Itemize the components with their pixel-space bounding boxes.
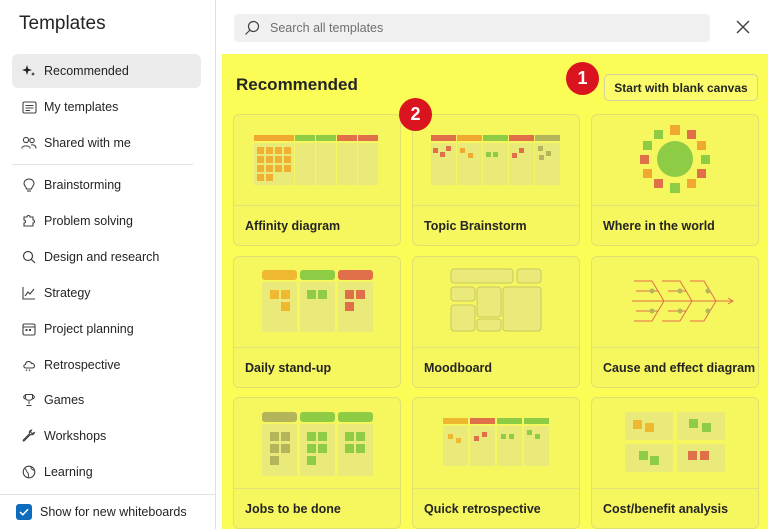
template-card-label: Quick retrospective (413, 488, 579, 528)
cost-benefit-analysis-thumbnail (625, 412, 725, 472)
sidebar-item-label: Games (44, 393, 85, 407)
sidebar-item-retrospective[interactable]: Retrospective (12, 348, 201, 382)
sidebar-item-design-and-research[interactable]: Design and research (12, 240, 201, 274)
sidebar-item-learning[interactable]: Learning (12, 455, 201, 489)
moodboard-thumbnail (450, 268, 542, 332)
show-for-new-whiteboards-label: Show for new whiteboards (40, 505, 187, 519)
daily-stand-up-thumbnail (262, 270, 373, 332)
search-icon (245, 20, 260, 35)
sidebar-item-label: Recommended (44, 64, 129, 78)
cloud-icon (21, 357, 37, 373)
people-icon (21, 135, 37, 151)
sidebar-item-label: Retrospective (44, 358, 121, 372)
sidebar-item-workshops[interactable]: Workshops (12, 419, 201, 453)
sidebar-item-games[interactable]: Games (12, 383, 201, 417)
template-card-label: Topic Brainstorm (413, 205, 579, 245)
template-card-topic-brainstorm[interactable]: Topic Brainstorm (412, 114, 580, 246)
wrench-icon (21, 428, 37, 444)
annotation-badge-1: 1 (566, 62, 599, 95)
jobs-to-be-done-thumbnail (262, 412, 373, 476)
sidebar-item-brainstorming[interactable]: Brainstorming (12, 168, 201, 202)
sidebar-item-strategy[interactable]: Strategy (12, 276, 201, 310)
template-card-label: Affinity diagram (234, 205, 400, 245)
sidebar-item-my-templates[interactable]: My templates (12, 90, 201, 124)
chart-line-icon (21, 285, 37, 301)
calendar-icon (21, 321, 37, 337)
start-with-blank-canvas-button[interactable]: Start with blank canvas (604, 74, 758, 101)
section-title: Recommended (236, 75, 358, 94)
template-card-jobs-to-be-done[interactable]: Jobs to be done (233, 397, 401, 529)
sidebar-item-problem-solving[interactable]: Problem solving (12, 204, 201, 238)
template-card-label: Cost/benefit analysis (592, 488, 758, 528)
sidebar-item-shared-with-me[interactable]: Shared with me (12, 126, 201, 160)
search-icon (21, 249, 37, 265)
where-in-the-world-thumbnail (640, 125, 710, 193)
template-card-label: Jobs to be done (234, 488, 400, 528)
sparkle-icon (21, 63, 37, 79)
template-card-affinity-diagram[interactable]: Affinity diagram (233, 114, 401, 246)
sidebar: Templates Recommended My templates Share… (0, 0, 216, 529)
sidebar-item-recommended[interactable]: Recommended (12, 54, 201, 88)
globe-icon (21, 464, 37, 480)
template-card-cost-benefit-analysis[interactable]: Cost/benefit analysis (591, 397, 759, 529)
template-card-label: Daily stand-up (234, 347, 400, 387)
checkmark-icon (19, 508, 29, 516)
annotation-badge-2: 2 (399, 98, 432, 131)
template-card-daily-stand-up[interactable]: Daily stand-up (233, 256, 401, 388)
search-bar[interactable] (234, 14, 710, 42)
show-for-new-whiteboards-checkbox[interactable] (16, 504, 32, 520)
sidebar-item-label: Brainstorming (44, 178, 122, 192)
template-icon (21, 99, 37, 115)
show-for-new-whiteboards-option[interactable]: Show for new whiteboards (0, 494, 216, 529)
sidebar-item-project-planning[interactable]: Project planning (12, 312, 201, 346)
sidebar-item-label: Project planning (44, 322, 134, 336)
lightbulb-icon (21, 177, 37, 193)
topic-brainstorm-thumbnail (431, 135, 560, 185)
template-card-cause-and-effect-diagram[interactable]: Cause and effect diagram (591, 256, 759, 388)
search-input[interactable] (270, 21, 690, 35)
template-card-label: Moodboard (413, 347, 579, 387)
sidebar-item-label: Workshops (44, 429, 107, 443)
puzzle-icon (21, 213, 37, 229)
cause-and-effect-thumbnail (632, 280, 734, 322)
template-card-moodboard[interactable]: Moodboard (412, 256, 580, 388)
sidebar-item-label: Design and research (44, 250, 160, 264)
sidebar-item-label: Problem solving (44, 214, 133, 228)
recommended-panel: Recommended Start with blank canvas Affi… (222, 54, 768, 529)
sidebar-item-label: My templates (44, 100, 119, 114)
sidebar-item-label: Learning (44, 465, 93, 479)
trophy-icon (21, 392, 37, 408)
template-card-quick-retrospective[interactable]: Quick retrospective (412, 397, 580, 529)
quick-retrospective-thumbnail (443, 418, 549, 466)
template-card-label: Where in the world (592, 205, 758, 245)
sidebar-title: Templates (19, 13, 106, 34)
template-card-where-in-the-world[interactable]: Where in the world (591, 114, 759, 246)
close-icon[interactable] (734, 18, 752, 36)
sidebar-item-label: Shared with me (44, 136, 131, 150)
affinity-diagram-thumbnail (254, 135, 378, 185)
template-card-label: Cause and effect diagram (592, 347, 758, 387)
sidebar-item-label: Strategy (44, 286, 91, 300)
sidebar-divider (12, 164, 193, 165)
